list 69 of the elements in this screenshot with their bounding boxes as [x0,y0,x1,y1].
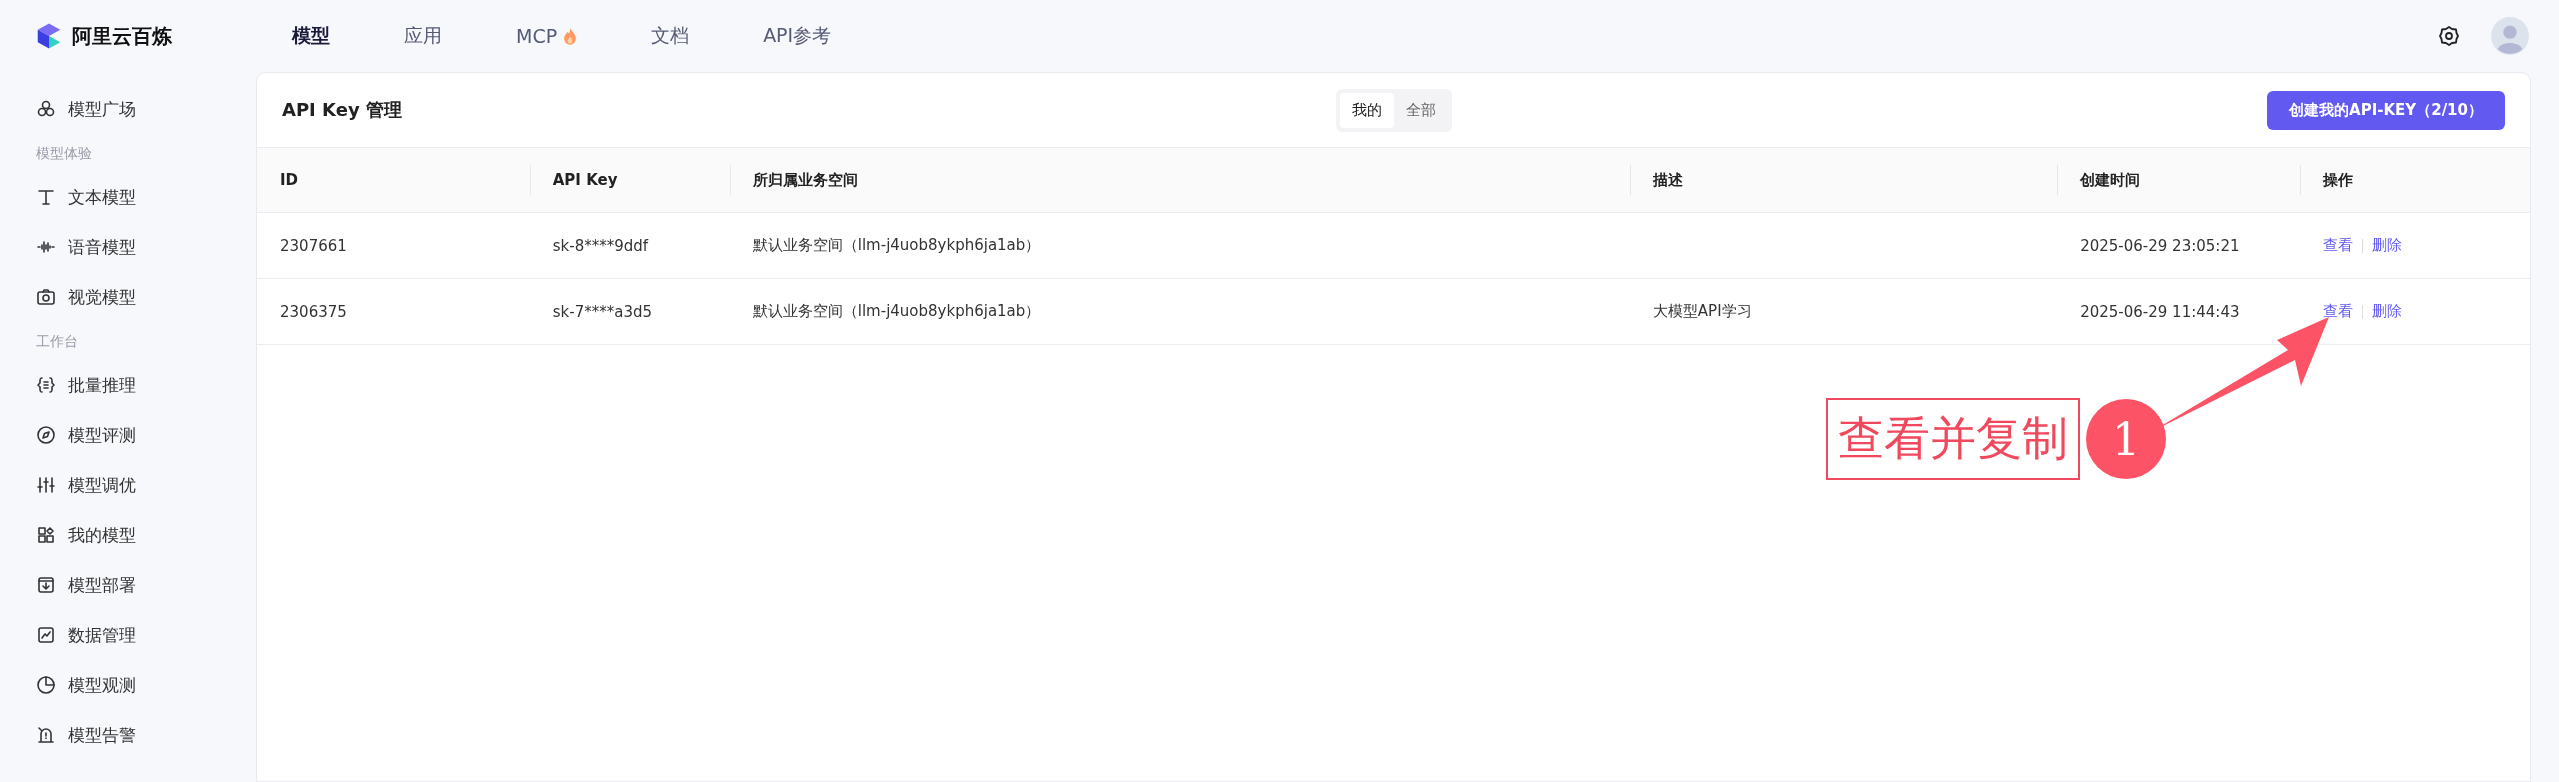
grid-icon [36,525,56,545]
logo-text: 阿里云百炼 [72,22,172,50]
column-header: API Key [552,171,618,189]
sidebar-item[interactable]: 模型观测 [36,660,256,710]
action-link[interactable]: 删除 [2372,236,2403,255]
sidebar-item[interactable]: 模型部署 [36,560,256,610]
column-header: 所归属业务空间 [752,170,858,189]
table-cell: 2025-06-29 11:44:43 [2080,302,2240,321]
nav-tab[interactable]: API参考 [735,23,860,49]
column-header: 描述 [1652,170,1683,189]
sidebar-item-label: 我的模型 [68,523,136,547]
alarm-icon [36,725,56,745]
download-icon [36,575,56,595]
filter-tab[interactable]: 全部 [1393,92,1448,128]
nav-tab[interactable]: MCP [488,23,606,49]
action-link[interactable]: 查看 [2323,236,2354,255]
column-header: 操作 [2323,170,2354,189]
sidebar-item[interactable]: 我的模型 [36,510,256,560]
camera-icon [36,287,56,307]
nav-tab[interactable]: 模型 [264,23,358,49]
compass-icon [36,425,56,445]
flame-icon [563,26,578,46]
sidebar-item[interactable]: 批量推理 [36,360,256,410]
sidebar-item[interactable]: 模型告警 [36,710,256,760]
sidebar-item[interactable]: 文本模型 [36,172,256,222]
table-cell: 默认业务空间（llm-j4uob8ykph6ja1ab） [752,302,1041,320]
sidebar-item-label: 模型评测 [68,423,136,447]
sidebar-item[interactable]: 模型调优 [36,460,256,510]
sidebar-item[interactable]: 模型评测 [36,410,256,460]
settings-icon[interactable] [2437,24,2461,48]
sidebar-item-label: 文本模型 [68,185,136,209]
table-cell: 大模型API学习 [1652,302,1752,320]
column-header: ID [280,171,299,189]
sidebar-item[interactable]: 模型广场 [36,84,256,134]
sidebar-item-label: 语音模型 [68,235,136,259]
filter-tab[interactable]: 我的 [1339,92,1394,128]
sidebar-section-label: 工作台 [36,332,79,351]
column-header: 创建时间 [2080,170,2141,189]
table-cell: 默认业务空间（llm-j4uob8ykph6ja1ab） [752,236,1041,254]
cluster-icon [36,99,56,119]
sidebar-item-label: 模型广场 [68,97,136,121]
pie-icon [36,675,56,695]
sidebar-item[interactable]: 语音模型 [36,222,256,272]
table-cell: sk-8****9ddf [552,236,649,255]
table-cell: 2025-06-29 23:05:21 [2080,236,2240,255]
action-link[interactable]: 查看 [2323,302,2354,321]
nav-tab[interactable]: 文档 [623,23,718,49]
table-cell: 2307661 [280,236,347,255]
sidebar-item[interactable]: 数据管理 [36,610,256,660]
sidebar-item-label: 模型调优 [68,473,136,497]
sidebar-item-label: 模型告警 [68,723,136,747]
annotation-label: 查看并复制 [1826,398,2080,480]
text-icon [36,187,56,207]
sidebar-item-label: 模型部署 [68,573,136,597]
create-api-key-button[interactable]: 创建我的API-KEY（2/10） [2267,90,2505,130]
sidebar-item[interactable]: 视觉模型 [36,272,256,322]
sliders-icon [36,475,56,495]
action-link[interactable]: 删除 [2372,302,2403,321]
sidebar-item-label: 数据管理 [68,623,136,647]
nav-tab[interactable]: 应用 [376,23,470,49]
sidebar-item-label: 视觉模型 [68,285,136,309]
braces-icon [36,375,56,395]
table-cell: sk-7****a3d5 [552,302,652,321]
panel-title: API Key 管理 [282,98,403,122]
chart-icon [36,625,56,645]
table-cell: 2306375 [280,302,347,321]
sidebar-item-label: 批量推理 [68,373,136,397]
sidebar-section-label: 模型体验 [36,144,93,163]
sidebar-item-label: 模型观测 [68,673,136,697]
